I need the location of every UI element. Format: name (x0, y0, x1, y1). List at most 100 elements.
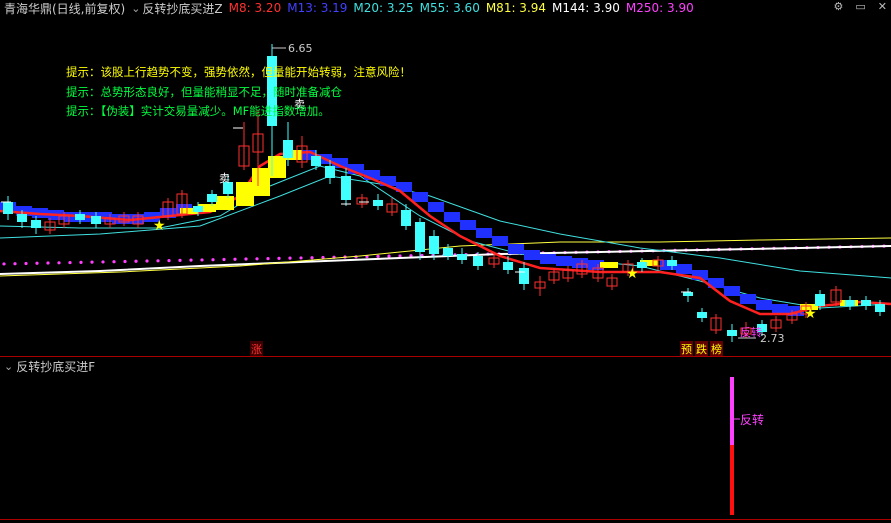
ma-m20: M20: 3.25 (353, 1, 414, 15)
candle-body (443, 248, 453, 256)
ma13-step (724, 286, 740, 296)
ma250-dot (178, 258, 182, 262)
candle-body (429, 236, 439, 254)
sub-panel-header: ⌄ 反转抄底买进F (4, 358, 101, 374)
ma250-dot (222, 257, 226, 262)
candle-body (727, 330, 737, 336)
ma250-dot (376, 254, 380, 258)
ma250-dot (167, 258, 171, 263)
ma-m250: M250: 3.90 (625, 1, 694, 15)
sell-label: 卖 (219, 172, 230, 185)
candle-body (341, 176, 351, 200)
hint-line-2: 提示：总势形态良好，但量能稍显不足，随时准备减仓 (66, 85, 342, 99)
candle-body (845, 300, 855, 306)
ma-m13: M13: 3.19 (287, 1, 348, 15)
ma-m81: M81: 3.94 (485, 1, 547, 15)
ma13-step (476, 228, 492, 238)
high-price-label: 6.65 (288, 42, 313, 55)
ma250-dot (57, 261, 61, 265)
ma13-step (508, 244, 524, 254)
candle-body (91, 216, 101, 224)
main-panel-header: 青海华鼎(日线,前复权) ⌄ 反转抄底买进Z M8: 3.20 M13: 3.1… (4, 0, 700, 16)
ma250-dot (145, 259, 149, 263)
ma250-dot (200, 258, 204, 262)
ma13-step (444, 212, 460, 222)
signal-label: 反转 (740, 412, 764, 427)
star-icon: ★ (153, 218, 166, 234)
candle-body (861, 300, 871, 306)
ma13-step-band (0, 150, 804, 316)
ma20-line (0, 165, 891, 309)
ma250-dot (46, 261, 50, 265)
ma-m144: M144: 3.90 (552, 1, 620, 15)
ma250-dot (244, 257, 248, 261)
ma250-dot (134, 259, 138, 263)
ma13-step (524, 250, 540, 260)
candle-body (17, 214, 27, 222)
candle-body (415, 222, 425, 252)
ma250-dot (299, 256, 303, 260)
candle-body (373, 200, 383, 206)
minimize-icon[interactable]: ▭ (855, 0, 865, 13)
tag-rank: 榜 (710, 341, 723, 357)
candle-body (667, 260, 677, 266)
bottom-divider (0, 519, 891, 520)
candle-body (3, 202, 13, 214)
ma250-dot (387, 254, 391, 258)
ma13-step (460, 220, 476, 230)
gear-icon[interactable]: ⚙ (834, 0, 844, 13)
ma250-dot (277, 256, 281, 260)
indicator-name[interactable]: 反转抄底买进Z (142, 0, 222, 17)
candle-body (875, 304, 885, 312)
ma250-dot (101, 260, 105, 264)
star-icon: ★ (626, 266, 639, 282)
candle-body (311, 156, 321, 166)
ma250-dot (112, 260, 116, 264)
low-price-label: 2.73 (760, 332, 785, 345)
signal-bar-red (730, 445, 734, 515)
ma13-step (428, 202, 444, 212)
ma250-dot (79, 260, 83, 264)
ma13-step (412, 192, 428, 202)
hint-line-3: 提示：【伪装】实计交易量减少。MF能进指数增加。 (66, 104, 330, 118)
ma13-step (572, 258, 588, 268)
candle-body (697, 312, 707, 318)
candle-body (283, 140, 293, 158)
candle-body (75, 214, 85, 220)
signal-bar-magenta (730, 377, 734, 445)
window-buttons: ⚙ ▭ ✕ (834, 0, 888, 13)
ma250-dot (189, 258, 193, 262)
chevron-down-icon[interactable]: ⌄ (4, 360, 13, 373)
tag-fall: 跌 (695, 341, 708, 357)
ma-m55: M55: 3.60 (419, 1, 480, 15)
panel-divider[interactable] (0, 356, 891, 357)
candle-body (815, 294, 825, 306)
ma250-dot (288, 256, 292, 260)
ma250-dot (233, 257, 237, 261)
candle-body (519, 268, 529, 284)
candle-body (473, 256, 483, 266)
ma250-dot (90, 260, 94, 264)
ma13-step (676, 264, 692, 274)
sub-indicator-name[interactable]: 反转抄底买进F (16, 358, 95, 375)
ma250-dot (35, 261, 39, 265)
ma-cross-highlight (180, 150, 858, 310)
ma13-step (540, 254, 556, 264)
chevron-down-icon[interactable]: ⌄ (131, 2, 140, 15)
sub-indicator-chart[interactable]: 反转 (0, 373, 891, 523)
candle-body (457, 254, 467, 260)
candle-body (207, 194, 217, 202)
candle-body (401, 210, 411, 226)
ma13-step (772, 304, 788, 314)
hint-line-1: 提示：该股上行趋势不变，强势依然，但量能开始转弱，注意风险！ (66, 65, 411, 79)
ma250-dot (68, 260, 72, 265)
close-icon[interactable]: ✕ (878, 0, 887, 13)
reversal-small-label: 反转 (740, 325, 762, 339)
ma250-dot (156, 259, 160, 263)
ma250-dot (123, 259, 127, 264)
ma-m8: M8: 3.20 (228, 1, 282, 15)
ma250-dot (2, 262, 6, 266)
ma250-dot (211, 258, 215, 262)
candle-body (325, 166, 335, 178)
ma8-line (0, 150, 891, 316)
